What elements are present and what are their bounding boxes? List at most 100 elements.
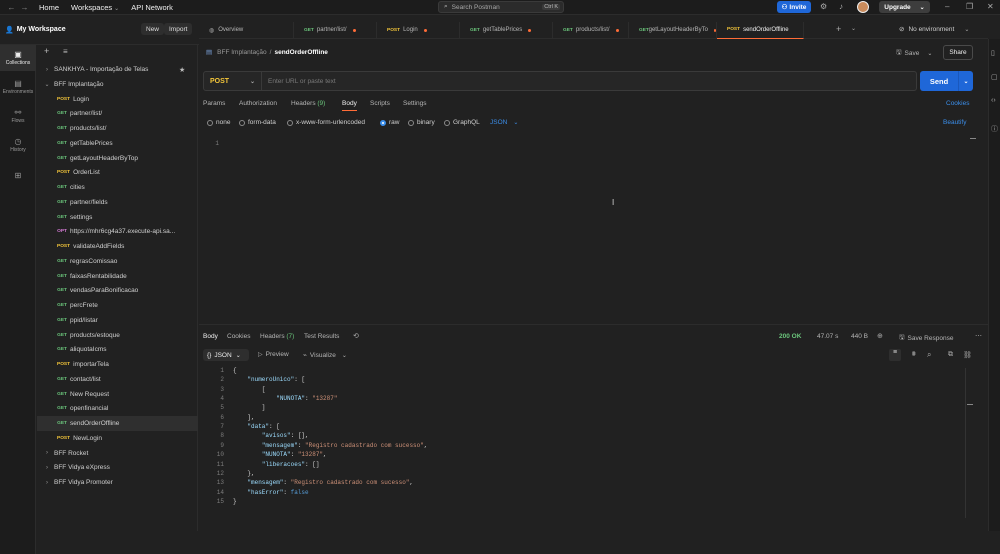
request-item[interactable]: GET partner/fields — [37, 195, 198, 210]
request-item[interactable]: GET partner/list/ — [37, 106, 198, 121]
chevron-right-icon[interactable]: › — [42, 465, 52, 471]
rail-apps[interactable]: ⊞ — [0, 163, 36, 189]
request-tab[interactable]: GET getLayoutHeaderByTo — [629, 21, 717, 39]
chevron-right-icon[interactable]: › — [42, 67, 52, 73]
request-body-editor[interactable]: 1 I — [199, 136, 988, 325]
minimize-icon[interactable]: – — [945, 2, 949, 11]
history-icon[interactable]: ⟲ — [353, 332, 359, 340]
request-tab[interactable]: GET getTablePrices — [460, 21, 553, 39]
filter-icon[interactable]: ⩩ — [912, 351, 916, 359]
body-format-select[interactable]: JSON ⌄ — [490, 119, 518, 126]
collection-item[interactable]: › BFF Vidya eXpress — [37, 460, 198, 475]
chevron-down-icon[interactable]: ⌄ — [958, 71, 973, 91]
globe-icon[interactable]: ⊕ — [877, 332, 883, 340]
request-item[interactable]: GET faixasRentabilidade — [37, 269, 198, 284]
request-item[interactable]: GET products/list/ — [37, 121, 198, 136]
tab-body[interactable]: Body — [342, 100, 357, 111]
request-item[interactable]: GET New Request — [37, 387, 198, 402]
new-button[interactable]: New — [141, 23, 165, 35]
link-icon[interactable]: ⛓ — [963, 351, 972, 359]
more-options-icon[interactable]: ⋯ — [975, 332, 982, 340]
filter-icon[interactable]: ≡ — [63, 47, 68, 56]
collection-item[interactable]: › BFF Vidya Promoter — [37, 475, 198, 490]
request-item[interactable]: POST Login — [37, 92, 198, 107]
request-item[interactable]: GET ppid/listar — [37, 313, 198, 328]
cookies-link[interactable]: Cookies — [946, 100, 969, 107]
home-link[interactable]: Home — [39, 3, 59, 12]
breadcrumb-collection[interactable]: BFF Implantação — [217, 49, 267, 56]
request-item[interactable]: GET openfinancial — [37, 401, 198, 416]
tab-authorization[interactable]: Authorization — [239, 100, 277, 107]
chevron-right-icon[interactable]: › — [42, 450, 52, 456]
save-button[interactable]: 🖫 Save ⌄ — [896, 48, 932, 59]
workspace-name[interactable]: My Workspace — [17, 26, 66, 33]
response-tab-headers[interactable]: Headers (7) — [260, 333, 294, 340]
request-item[interactable]: GET sendOrderOffline — [37, 416, 198, 431]
radio-binary[interactable]: binary — [408, 119, 435, 126]
response-format-select[interactable]: {} JSON ⌄ — [203, 349, 249, 361]
tab-params[interactable]: Params — [203, 100, 225, 107]
preview-button[interactable]: ▷ Preview — [258, 351, 289, 358]
wrap-lines-icon[interactable]: ≡ — [889, 349, 901, 361]
request-tab[interactable]: GET products/list/ — [553, 21, 629, 39]
share-button[interactable]: Share — [943, 45, 973, 60]
tab-headers[interactable]: Headers (9) — [291, 100, 325, 107]
collection-item[interactable]: › BFF Rocket — [37, 446, 198, 461]
star-icon[interactable]: ★ — [179, 66, 185, 74]
request-tab[interactable]: POST sendOrderOffline — [717, 21, 804, 39]
settings-gear-icon[interactable]: ⚙ — [820, 2, 827, 11]
rail-history[interactable]: ◷ History — [0, 132, 36, 158]
beautify-link[interactable]: Beautify — [943, 119, 967, 126]
search-icon[interactable]: ⌕ — [927, 350, 931, 360]
response-tab-test-results[interactable]: Test Results — [304, 333, 339, 340]
radio-form-data[interactable]: form-data — [239, 119, 276, 126]
request-item[interactable]: GET vendasParaBonificacao — [37, 283, 198, 298]
search-input[interactable]: ⌕ Search Postman Ctrl K — [438, 1, 564, 13]
save-response-button[interactable]: 🖫 Save Response — [899, 333, 953, 344]
request-item[interactable]: GET regrasComissao — [37, 254, 198, 269]
collection-item[interactable]: › SANKHYA - Importação de Telas ★ — [37, 62, 198, 77]
url-input[interactable] — [262, 72, 916, 90]
radio-none[interactable]: none — [207, 119, 230, 126]
upgrade-button[interactable]: Upgrade ⌄ — [879, 1, 930, 13]
back-arrow-icon[interactable]: ← — [5, 3, 18, 12]
environment-selector[interactable]: ⊘ No environment ⌄ — [899, 25, 969, 34]
workspaces-menu[interactable]: Workspaces ⌄ — [71, 3, 119, 12]
breadcrumb-request[interactable]: sendOrderOffline — [274, 49, 327, 56]
documentation-icon[interactable]: ▯ — [991, 49, 995, 57]
request-tab[interactable]: POST Login — [377, 21, 460, 39]
code-icon[interactable]: ‹› — [991, 97, 996, 104]
request-item[interactable]: POST validateAddFields — [37, 239, 198, 254]
invite-button[interactable]: ⚇ Invite — [777, 1, 811, 13]
chevron-right-icon[interactable]: › — [42, 480, 52, 486]
forward-arrow-icon[interactable]: → — [18, 3, 31, 12]
close-window-icon[interactable]: ✕ — [987, 2, 994, 11]
import-button[interactable]: Import — [164, 23, 193, 35]
api-network-link[interactable]: API Network — [131, 3, 173, 12]
chevron-down-icon[interactable]: ⌄ — [851, 25, 856, 32]
maximize-icon[interactable]: ❐ — [966, 2, 973, 11]
avatar[interactable] — [857, 1, 869, 13]
rail-environments[interactable]: ▤ Environments — [0, 74, 36, 100]
response-body-viewer[interactable]: 1 {2 "numeroUnico": [3 [4 "NUNOTA": "1328… — [199, 364, 988, 524]
request-tab[interactable]: ◍ Overview — [199, 21, 294, 39]
request-item[interactable]: GET getLayoutHeaderByTop — [37, 151, 198, 166]
tab-settings[interactable]: Settings — [403, 100, 427, 107]
request-item[interactable]: GET products/estoque — [37, 328, 198, 343]
status-badge[interactable]: 200 OK — [779, 333, 801, 340]
request-tab[interactable]: GET partner/list/ — [294, 21, 377, 39]
rail-collections[interactable]: ▣ Collections — [0, 45, 36, 71]
request-item[interactable]: POST OrderList — [37, 165, 198, 180]
radio-graphql[interactable]: GraphQL — [444, 119, 480, 126]
request-item[interactable]: GET percFrete — [37, 298, 198, 313]
request-item[interactable]: GET contact/list — [37, 372, 198, 387]
response-time[interactable]: 47.07 s — [817, 333, 838, 340]
chevron-down-icon[interactable]: ⌄ — [42, 81, 52, 88]
tab-scripts[interactable]: Scripts — [370, 100, 390, 107]
notifications-bell-icon[interactable]: ♪ — [839, 2, 843, 11]
info-icon[interactable]: ⓘ — [991, 124, 998, 134]
copy-icon[interactable]: ⧉ — [948, 351, 953, 359]
response-tab-cookies[interactable]: Cookies — [227, 333, 250, 340]
request-item[interactable]: GET cities — [37, 180, 198, 195]
request-item[interactable]: POST importarTela — [37, 357, 198, 372]
